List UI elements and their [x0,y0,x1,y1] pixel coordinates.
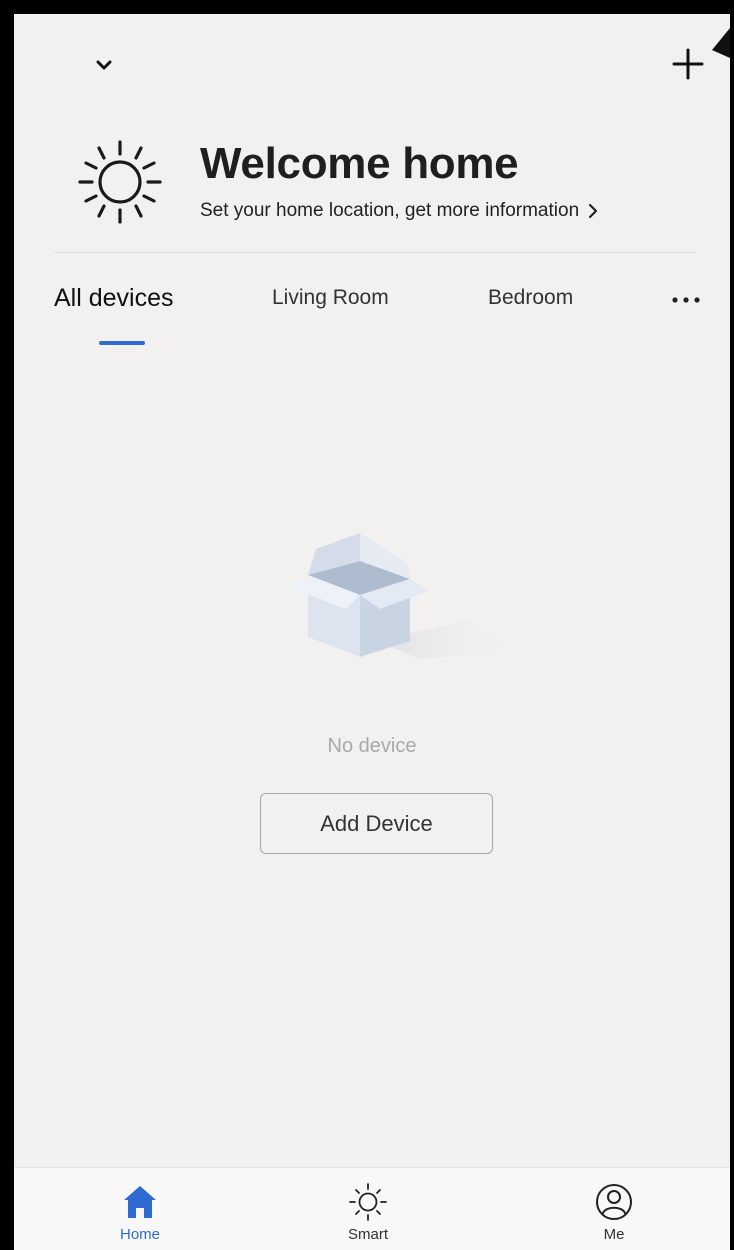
tab-all-devices[interactable]: All devices [54,284,174,313]
empty-state-message: No device [327,735,417,757]
sun-icon [349,1183,387,1221]
add-button[interactable] [666,42,710,86]
nav-label-me: Me [603,1226,625,1243]
bottom-nav: Home Smart Me [14,1167,730,1250]
empty-box-icon [288,533,520,659]
divider [54,252,696,253]
more-tabs-button[interactable] [666,290,706,310]
home-switch-button[interactable] [92,56,116,74]
chevron-right-icon [589,203,598,219]
home-location-text: Set your home location, get more informa… [200,200,580,221]
sun-icon [78,140,162,224]
nav-item-home[interactable]: Home [80,1168,200,1250]
active-tab-indicator [99,341,145,345]
nav-label-home: Home [119,1226,160,1243]
profile-icon [596,1184,632,1220]
corner-arrow-icon [712,28,730,58]
nav-item-me[interactable]: Me [554,1168,674,1250]
home-screen: Welcome home Set your home location, get… [14,14,730,1250]
home-icon [124,1186,156,1218]
more-dots-icon [672,297,700,303]
chevron-down-icon [96,60,112,70]
nav-item-smart[interactable]: Smart [308,1168,428,1250]
nav-label-smart: Smart [347,1226,388,1243]
add-device-button[interactable]: Add Device [260,793,493,854]
plus-icon [672,48,704,80]
welcome-title: Welcome home [200,139,519,188]
home-location-link[interactable]: Set your home location, get more informa… [200,200,599,222]
tab-living-room[interactable]: Living Room [272,286,389,310]
tab-bedroom[interactable]: Bedroom [488,286,573,310]
